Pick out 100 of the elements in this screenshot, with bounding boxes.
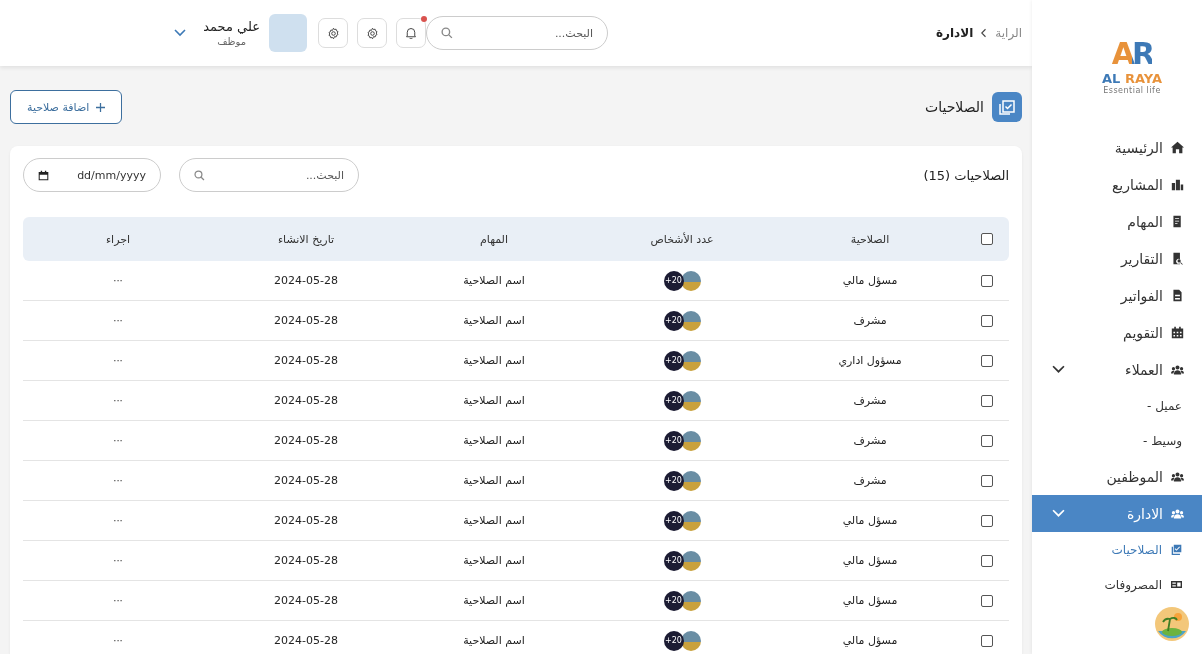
home-icon xyxy=(1171,141,1184,154)
table-cell: مشرف xyxy=(853,314,887,327)
plus-icon xyxy=(96,102,106,112)
row-checkbox[interactable] xyxy=(980,514,993,527)
row-checkbox[interactable] xyxy=(980,274,993,287)
table-cell: اسم الصلاحية xyxy=(463,394,525,407)
sidebar-item[interactable]: المهام xyxy=(1032,203,1202,240)
search-field[interactable]: البحث... xyxy=(426,16,608,50)
row-checkbox[interactable] xyxy=(980,554,993,567)
notifications-button[interactable] xyxy=(396,18,426,48)
row-checkbox[interactable] xyxy=(980,594,993,607)
more-actions-button[interactable]: ··· xyxy=(113,595,123,606)
more-actions-button[interactable]: ··· xyxy=(113,515,123,526)
row-checkbox[interactable] xyxy=(980,354,993,367)
more-actions-button[interactable]: ··· xyxy=(113,635,123,646)
sidebar-item-label: التقارير xyxy=(1120,250,1163,267)
settings-icon xyxy=(326,26,340,40)
settings-button[interactable] xyxy=(318,18,348,48)
people-count-badge: 20+ xyxy=(663,550,684,571)
sidebar-item-label: التقويم xyxy=(1123,324,1163,341)
table-cell: 2024-05-28 xyxy=(274,394,338,407)
more-actions-button[interactable]: ··· xyxy=(113,555,123,566)
date-field[interactable]: dd/mm/yyyy xyxy=(23,158,161,192)
table-cell: مشرف xyxy=(853,474,887,487)
sidebar-item[interactable]: التقويم xyxy=(1032,314,1202,351)
column-header: اجراء xyxy=(105,232,131,246)
row-checkbox[interactable] xyxy=(980,474,993,487)
sidebar-item[interactable]: العملاء xyxy=(1032,351,1202,388)
people-count-badge: 20+ xyxy=(663,310,684,331)
sidebar-item[interactable]: الموظفين xyxy=(1032,458,1202,495)
sidebar-item[interactable]: الرئيسية xyxy=(1032,129,1202,166)
settings-button[interactable] xyxy=(357,18,387,48)
buildings-icon xyxy=(1171,178,1184,191)
people-count-badge: 20+ xyxy=(663,590,684,611)
more-actions-button[interactable]: ··· xyxy=(113,315,123,326)
row-checkbox[interactable] xyxy=(980,394,993,407)
sidebar-item-label: المشاريع xyxy=(1111,176,1163,193)
breadcrumb-item[interactable]: الراية xyxy=(995,26,1022,40)
logo-tagline: Essential life xyxy=(1103,87,1161,95)
column-header: المهام xyxy=(480,232,508,246)
settings-icon xyxy=(365,26,379,40)
user-name: علي محمد xyxy=(203,19,260,34)
table-cell: اسم الصلاحية xyxy=(463,314,525,327)
table-cell: اسم الصلاحية xyxy=(463,634,525,647)
table-cell: 2024-05-28 xyxy=(274,314,338,327)
more-actions-button[interactable]: ··· xyxy=(113,355,123,366)
task-icon xyxy=(1171,215,1184,228)
sidebar-subitem[interactable]: المصروفات xyxy=(1032,567,1202,602)
sidebar-item-label: الفواتير xyxy=(1120,287,1163,304)
row-checkbox[interactable] xyxy=(980,434,993,447)
table-cell: 2024-05-28 xyxy=(274,634,338,647)
row-checkbox[interactable] xyxy=(980,634,993,647)
table-cell: مسؤل مالي xyxy=(842,634,898,647)
sidebar-subitem[interactable]: - وسيط xyxy=(1032,423,1202,458)
more-actions-button[interactable]: ··· xyxy=(113,475,123,486)
sidebar-subitem[interactable]: - عميل xyxy=(1032,388,1202,423)
sidebar-item[interactable]: الفواتير xyxy=(1032,277,1202,314)
add-permission-button[interactable]: اضافة صلاحية xyxy=(10,90,123,124)
avatar-placeholder xyxy=(269,14,307,52)
column-header: الصلاحية xyxy=(850,232,890,246)
table-cell: 2024-05-28 xyxy=(274,594,338,607)
more-actions-button[interactable]: ··· xyxy=(113,275,123,286)
table-cell: 2024-05-28 xyxy=(274,274,338,287)
table-cell: اسم الصلاحية xyxy=(463,474,525,487)
more-actions-button[interactable]: ··· xyxy=(113,435,123,446)
people-count-badge: 20+ xyxy=(663,270,684,291)
table-cell: اسم الصلاحية xyxy=(463,514,525,527)
sidebar-subitem-label: المصروفات xyxy=(1104,577,1162,592)
sidebar-item[interactable]: المشاريع xyxy=(1032,166,1202,203)
row-checkbox[interactable] xyxy=(980,314,993,327)
users-icon xyxy=(1171,363,1184,376)
people-count-badge: 20+ xyxy=(663,470,684,491)
table-cell: اسم الصلاحية xyxy=(463,554,525,567)
search-icon xyxy=(441,27,453,39)
chevron-icon xyxy=(981,28,988,38)
page-title: الصلاحيات xyxy=(925,99,984,115)
people-count-badge: 20+ xyxy=(663,430,684,451)
sidebar-item[interactable]: الادارة xyxy=(1032,495,1202,532)
table-cell: اسم الصلاحية xyxy=(463,434,525,447)
search-field[interactable]: البحث... xyxy=(179,158,359,192)
island-avatar-drawing[interactable] xyxy=(1155,607,1189,641)
column-header: عدد الأشخاص xyxy=(650,232,714,246)
users-icon xyxy=(1171,507,1184,520)
select-all-checkbox[interactable] xyxy=(980,233,993,245)
search-placeholder: البحث... xyxy=(553,26,593,40)
table-cell: مسؤول اداري xyxy=(838,354,902,367)
table-cell: مسؤل مالي xyxy=(842,274,898,287)
sidebar-subitem-label: - عميل xyxy=(1147,398,1182,413)
sidebar-item-label: الادارة xyxy=(1126,505,1163,522)
people-count-badge: 20+ xyxy=(663,630,684,651)
sidebar-item-label: المهام xyxy=(1127,213,1163,230)
breadcrumb-item: الادارة xyxy=(935,26,974,40)
more-actions-button[interactable]: ··· xyxy=(113,395,123,406)
sidebar-subitem[interactable]: الصلاحيات xyxy=(1032,532,1202,567)
photo-placeholder xyxy=(680,390,701,411)
calendar-icon xyxy=(1171,326,1184,339)
sidebar-item[interactable]: التقارير xyxy=(1032,240,1202,277)
chevron-icon[interactable] xyxy=(174,29,187,37)
table-cell: اسم الصلاحية xyxy=(463,354,525,367)
table-cell: مشرف xyxy=(853,394,887,407)
